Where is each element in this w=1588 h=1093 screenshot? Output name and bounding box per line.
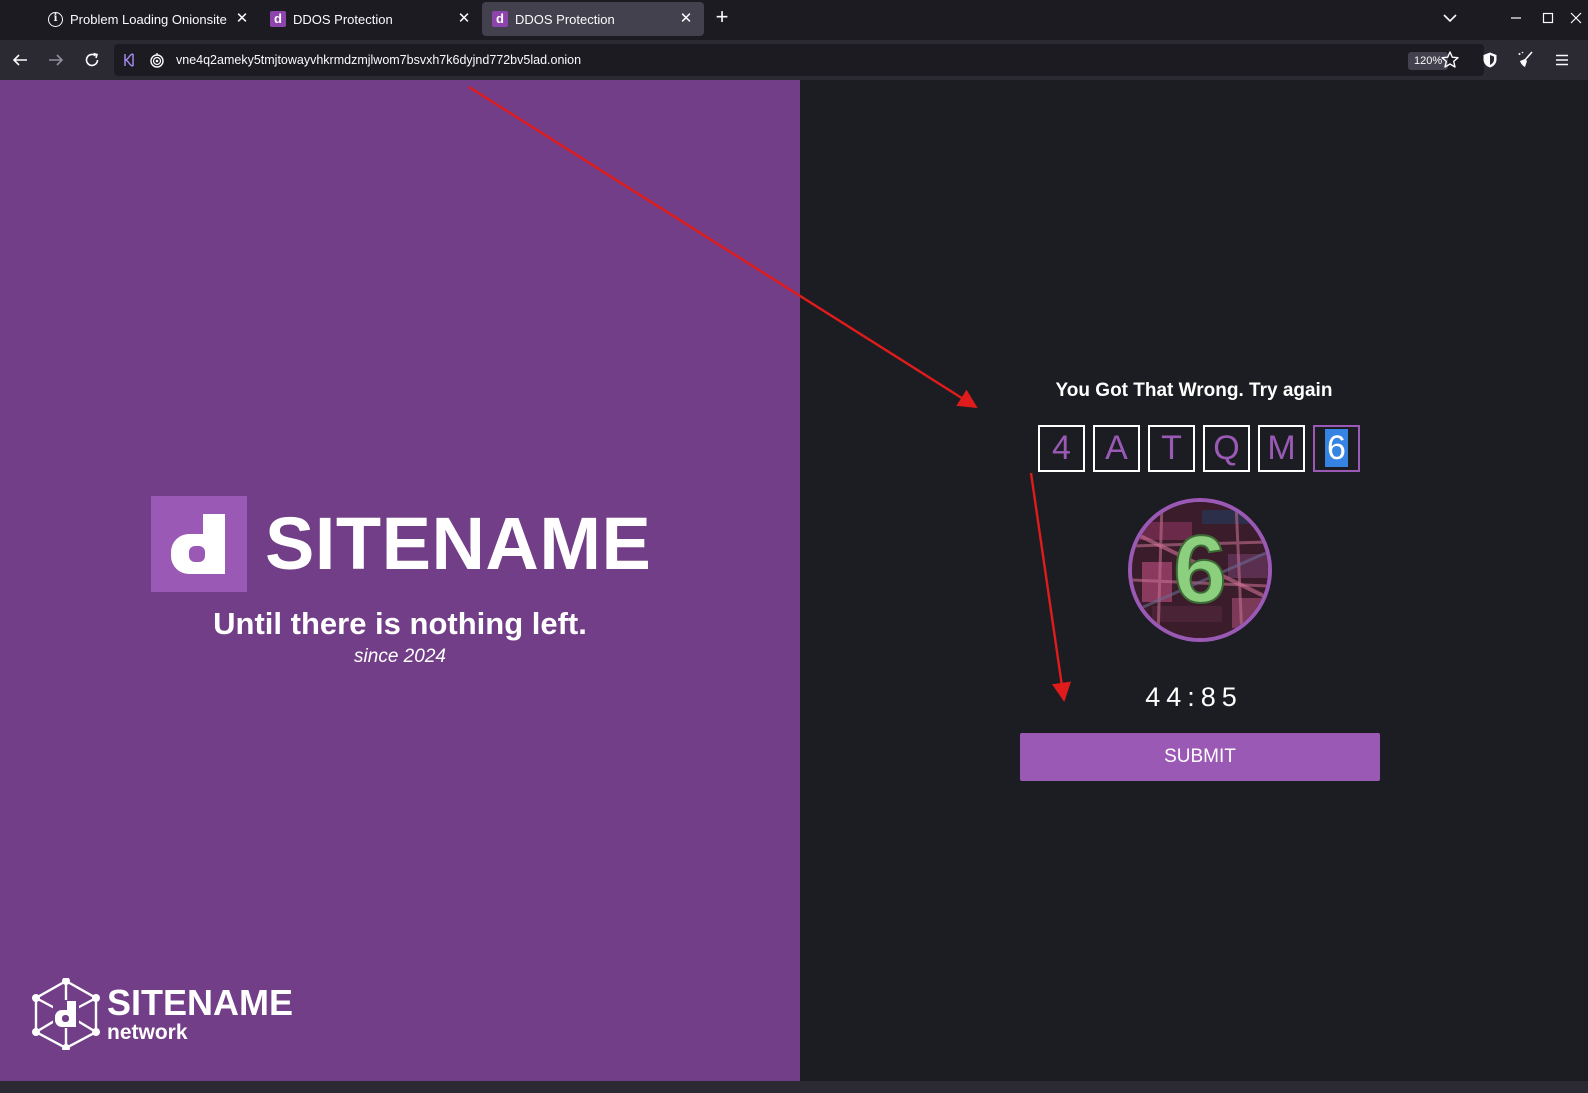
site-favicon-icon: d bbox=[492, 11, 508, 27]
navigation-bar: vne4q2ameky5tmjtowayvhkrmdzmjlwom7bsvxh7… bbox=[0, 40, 1588, 80]
network-subtitle: network bbox=[107, 1021, 188, 1044]
network-name: SITENAME bbox=[107, 982, 294, 1023]
forward-arrow-icon[interactable] bbox=[44, 48, 68, 72]
site-name: SITENAME bbox=[265, 502, 652, 585]
url-bar[interactable]: vne4q2ameky5tmjtowayvhkrmdzmjlwom7bsvxh7… bbox=[114, 44, 1484, 76]
site-logo bbox=[151, 496, 247, 592]
site-logo-glyph bbox=[171, 514, 225, 574]
hamburger-menu-icon[interactable] bbox=[1550, 48, 1574, 72]
since-text: since 2024 bbox=[354, 646, 446, 667]
onion-icon[interactable] bbox=[147, 50, 167, 70]
countdown-timer: 44:85 bbox=[1145, 682, 1243, 712]
captcha-char-input-4[interactable]: Q bbox=[1203, 425, 1250, 472]
submit-button[interactable]: SUBMIT bbox=[1020, 733, 1380, 781]
url-text[interactable]: vne4q2ameky5tmjtowayvhkrmdzmjlwom7bsvxh7… bbox=[176, 53, 581, 67]
close-window-icon[interactable] bbox=[1564, 6, 1588, 30]
minimize-icon[interactable] bbox=[1504, 6, 1528, 30]
new-identity-broom-icon[interactable] bbox=[1514, 48, 1538, 72]
tab-ddos-protection-1[interactable]: d DDOS Protection ✕ bbox=[260, 2, 482, 36]
captcha-character: 6 bbox=[1173, 516, 1226, 623]
captcha-char-input-3[interactable]: T bbox=[1148, 425, 1195, 472]
captcha-char-input-6[interactable]: 6 bbox=[1313, 425, 1360, 472]
close-tab-icon[interactable]: ✕ bbox=[456, 11, 472, 27]
captcha-image: 6 bbox=[1128, 498, 1272, 642]
bookmark-star-icon[interactable] bbox=[1440, 50, 1460, 70]
new-tab-icon[interactable]: + bbox=[710, 6, 734, 30]
shield-icon[interactable] bbox=[1478, 48, 1502, 72]
captcha-char-input-5[interactable]: M bbox=[1258, 425, 1305, 472]
close-tab-icon[interactable]: ✕ bbox=[234, 11, 250, 27]
brand-header: SITENAME bbox=[151, 496, 651, 592]
tab-title: DDOS Protection bbox=[293, 11, 393, 27]
list-all-tabs-icon[interactable] bbox=[1440, 8, 1460, 28]
network-logo-icon bbox=[32, 978, 100, 1050]
captcha-char-input-1[interactable]: 4 bbox=[1038, 425, 1085, 472]
window-bottom-edge bbox=[0, 1081, 1588, 1093]
tab-bar: i Problem Loading Onionsite ✕ d DDOS Pro… bbox=[0, 0, 1588, 38]
site-favicon-icon: d bbox=[270, 11, 286, 27]
tab-title: Problem Loading Onionsite bbox=[70, 11, 227, 27]
close-tab-icon[interactable]: ✕ bbox=[678, 11, 694, 27]
tab-ddos-protection-2[interactable]: d DDOS Protection ✕ bbox=[482, 2, 704, 36]
tor-circuit-icon[interactable] bbox=[120, 50, 140, 70]
captcha-char-input-2[interactable]: A bbox=[1093, 425, 1140, 472]
selected-char-text: 6 bbox=[1325, 429, 1348, 467]
back-arrow-icon[interactable] bbox=[8, 48, 32, 72]
tagline: Until there is nothing left. bbox=[213, 606, 587, 641]
tab-problem-loading[interactable]: i Problem Loading Onionsite ✕ bbox=[38, 2, 260, 36]
captcha-noise-graphic: 6 bbox=[1132, 502, 1268, 638]
captcha-panel: You Got That Wrong. Try again 4 A T Q M … bbox=[800, 80, 1588, 1081]
maximize-icon[interactable] bbox=[1536, 6, 1560, 30]
reload-icon[interactable] bbox=[80, 48, 104, 72]
tab-title: DDOS Protection bbox=[515, 11, 615, 27]
error-message: You Got That Wrong. Try again bbox=[1055, 380, 1333, 401]
info-icon: i bbox=[48, 11, 63, 27]
captcha-code-inputs: 4 A T Q M 6 bbox=[1038, 425, 1360, 472]
